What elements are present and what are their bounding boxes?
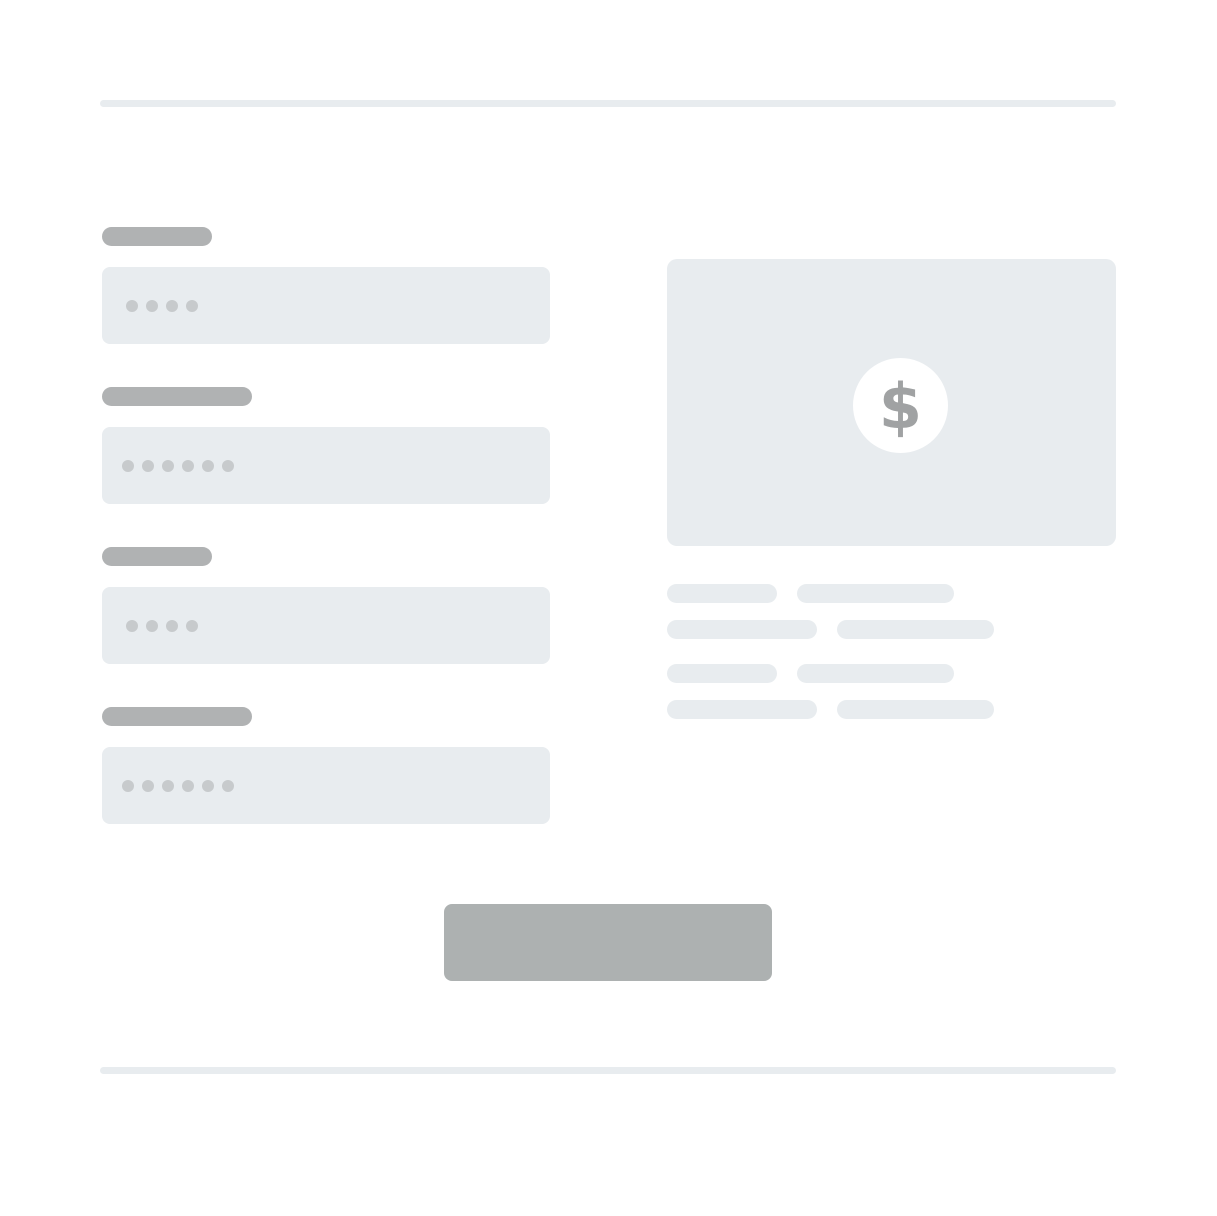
mask-dot — [166, 299, 178, 312]
detail-pill — [667, 584, 777, 603]
payment-summary-card: $ — [667, 259, 1116, 546]
input-field-1[interactable] — [102, 267, 550, 344]
field-label-1 — [102, 227, 212, 246]
masked-value-1 — [126, 299, 198, 312]
field-label-2 — [102, 387, 252, 406]
mask-dot — [142, 459, 154, 472]
mask-dot — [202, 779, 214, 792]
mask-dot — [122, 459, 134, 472]
input-field-4[interactable] — [102, 747, 550, 824]
mask-dot — [146, 619, 158, 632]
masked-value-2 — [122, 459, 234, 472]
mask-dot — [202, 459, 214, 472]
mask-dot — [182, 779, 194, 792]
mask-dot — [182, 459, 194, 472]
mask-dot — [126, 619, 138, 632]
input-field-3[interactable] — [102, 587, 550, 664]
submit-button[interactable] — [444, 904, 772, 981]
bottom-divider — [100, 1067, 1116, 1074]
top-divider — [100, 100, 1116, 107]
field-label-3 — [102, 547, 212, 566]
masked-value-4 — [122, 779, 234, 792]
detail-pill — [667, 700, 817, 719]
dollar-glyph: $ — [878, 369, 923, 443]
mask-dot — [222, 779, 234, 792]
mask-dot — [122, 779, 134, 792]
detail-pill — [667, 664, 777, 683]
mask-dot — [222, 459, 234, 472]
detail-pill — [837, 700, 994, 719]
dollar-icon: $ — [853, 358, 948, 453]
mask-dot — [166, 619, 178, 632]
mask-dot — [162, 779, 174, 792]
detail-pill — [797, 664, 954, 683]
mask-dot — [126, 299, 138, 312]
detail-pill — [837, 620, 994, 639]
detail-pill — [797, 584, 954, 603]
mask-dot — [186, 619, 198, 632]
detail-pill — [667, 620, 817, 639]
mask-dot — [142, 779, 154, 792]
mask-dot — [162, 459, 174, 472]
mask-dot — [146, 299, 158, 312]
masked-value-3 — [126, 619, 198, 632]
mask-dot — [186, 299, 198, 312]
field-label-4 — [102, 707, 252, 726]
input-field-2[interactable] — [102, 427, 550, 504]
